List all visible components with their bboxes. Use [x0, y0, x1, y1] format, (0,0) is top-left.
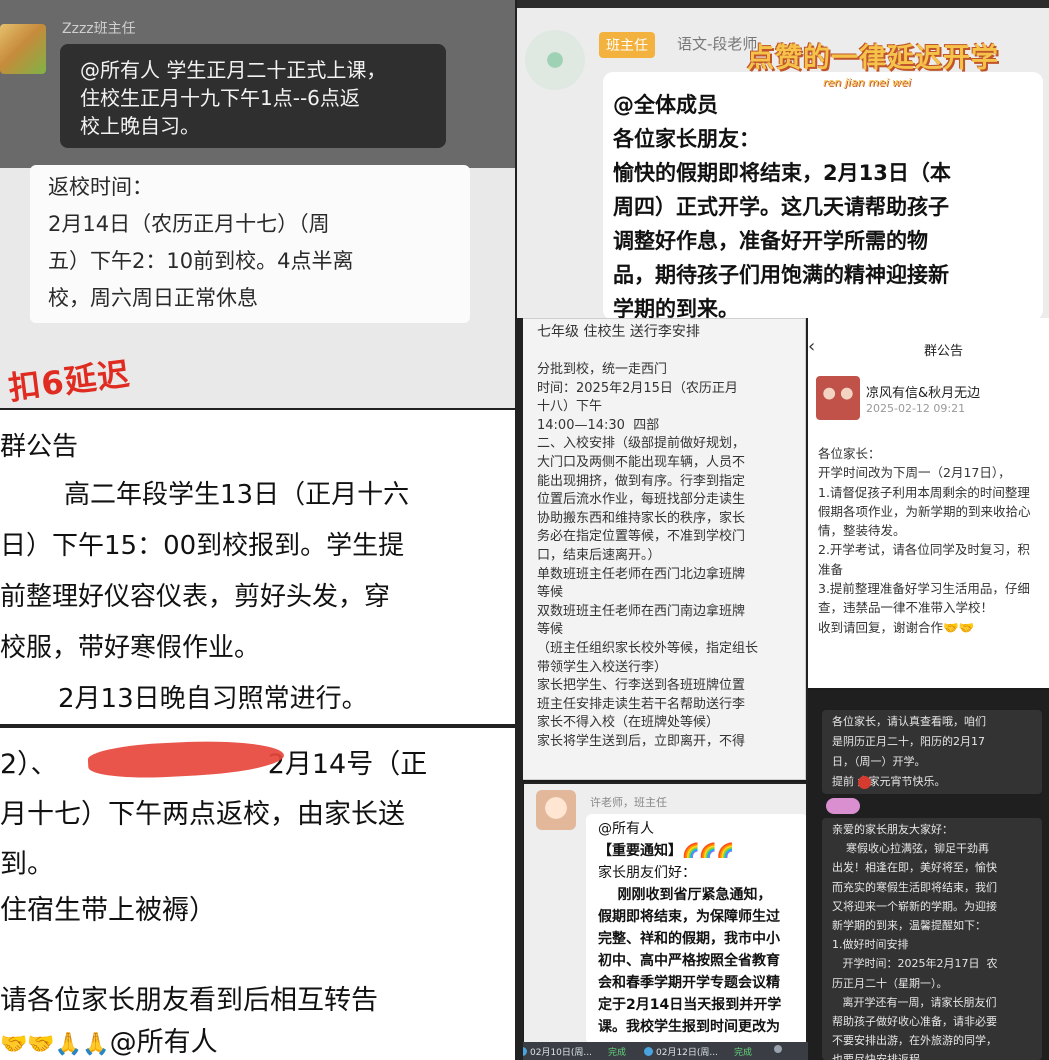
role-badge: 班主任 [599, 32, 655, 58]
message-line: 家长朋友们好： [598, 865, 696, 881]
message-line: 是阴历正月二十，阳历的2月17 [832, 735, 985, 748]
poster-avatar[interactable] [816, 376, 860, 420]
message-bubble[interactable]: @全体成员 各位家长朋友： 愉快的假期即将结束，2月13日（本 周四）正式开学。… [603, 72, 1043, 320]
taskbar-item-label: 02月12日(周... [656, 1048, 718, 1058]
taskbar-item-label: 02月10日(周... [530, 1048, 592, 1058]
overlay-subcaption: ren jian mei wei [823, 76, 911, 89]
butterfly-avatar[interactable] [525, 30, 585, 90]
message-line-text: 提前 大家元宵节快乐。 [832, 775, 946, 788]
sender-avatar[interactable] [0, 24, 46, 74]
notice-return-school: 2）、 2月14号（正 月十七）下午两点返校，由家长送 到。 住宿生带上被褥） 请… [0, 724, 515, 1060]
divider [517, 0, 1049, 8]
message-bubble[interactable]: @所有人 学生正月二十正式上课， 住校生正月十九下午1点--6点返 校上晚自习。 [60, 44, 446, 148]
taskbar-tray[interactable] [774, 1045, 782, 1053]
message-line: 日，（周一）开学。 [832, 755, 926, 768]
baby-avatar[interactable] [536, 790, 576, 830]
grade7-boarding-arrangement: 七年级 住校生 送行李安排 分批到校，统一走西门 时间：2025年2月15日（农… [522, 318, 806, 780]
back-arrow-icon[interactable]: ‹ [808, 336, 815, 357]
handshake-pray-emoji: 🤝🤝🙏🙏 [0, 1032, 110, 1057]
group-announcement-screen: ‹ 群公告 凉风有信&秋月无边 2025-02-12 09:21 各位家长： 开… [806, 318, 1049, 688]
dark-chat-panel: 各位家长，请认真查看哦，咱们 是阴历正月二十，阳历的2月17 日，（周一）开学。… [808, 690, 1049, 1060]
post-timestamp: 2025-02-12 09:21 [866, 402, 966, 415]
group-announcement-grade11: 群公告 高二年段学生13日（正月十六 日）下午15：00到校报到。学生提 前整理… [0, 408, 515, 724]
message-line: @所有人 [598, 821, 654, 837]
sticker-icon [826, 798, 860, 814]
poster-name: 凉风有信&秋月无边 [866, 386, 981, 401]
message-bubble[interactable]: 亲爱的家长朋友大家好： 寒假收心拉满弦，铆足干劲再 出发！相逢在即，美好将至，愉… [822, 818, 1042, 1060]
announcement-line: 高二年段学生13日（正月十六 [64, 480, 410, 510]
divider [515, 0, 517, 318]
red-annotation-stamp: 扣6延迟 [6, 354, 133, 408]
notice-date: 2月14号（正 [267, 749, 428, 780]
taskbar: 02月10日(周... 完成 02月12日(周... 完成 [516, 1042, 808, 1060]
message-line: 【重要通知】🌈🌈🌈 [598, 843, 735, 859]
message-body: 刚刚收到省厅紧急通知， 假期即将结束，为保障师生过 完整、祥和的假期，我市中小 … [598, 887, 782, 1035]
sender-name: Zzzz班主任 [62, 21, 136, 37]
message-line: 各位家长，请认真查看哦，咱们 [832, 715, 986, 728]
overlay-caption: 点赞的一律延迟开学 [747, 43, 999, 74]
announcement-line: 前整理好仪容仪表，剪好头发，穿 [0, 582, 391, 612]
app-icon [644, 1047, 653, 1056]
chat-panel-zzzz-teacher: Zzzz班主任 @所有人 学生正月二十正式上课， 住校生正月十九下午1点--6点… [0, 0, 515, 408]
announcement-line: 校服，带好寒假作业。 [0, 633, 261, 663]
notice-line: 到。 [0, 849, 54, 880]
chat-panel-chinese-teacher: 班主任 语文-段老师 @全体成员 各位家长朋友： 愉快的假期即将结束，2月13日… [515, 0, 1049, 320]
announcement-body: 各位家长： 开学时间改为下周一（2月17日）， 1.请督促孩子利用本周剩余的时间… [818, 446, 1031, 635]
divider [515, 318, 523, 1060]
notice-line: 住宿生带上被褥） [0, 895, 216, 926]
status-label: 完成 [734, 1048, 753, 1058]
taskbar-status: 完成 [734, 1045, 752, 1058]
notice-line: 🤝🤝🙏🙏@所有人 [0, 1020, 218, 1059]
status-label: 完成 [608, 1048, 627, 1058]
message-bubble[interactable]: 各位家长，请认真查看哦，咱们 是阴历正月二十，阳历的2月17 日，（周一）开学。… [822, 710, 1042, 794]
screen-title: 群公告 [924, 344, 964, 359]
taskbar-item[interactable]: 02月10日(周... [518, 1045, 592, 1058]
tray-icon [774, 1045, 782, 1053]
announcement-title: 群公告 [0, 432, 79, 462]
message-line: 提前 大家元宵节快乐。 [832, 772, 1038, 792]
notice-prefix: 2）、 [0, 749, 58, 780]
taskbar-status: 完成 [608, 1045, 626, 1058]
announcement-line: 2月13日晚自习照常进行。 [58, 684, 368, 714]
notice-line: 月十七）下午两点返校，由家长送 [0, 799, 405, 830]
announcement-line: 日）下午15：00到校报到。学生提 [0, 531, 405, 561]
divider [806, 318, 808, 1042]
arrangement-title: 七年级 住校生 送行李安排 [537, 324, 700, 340]
blessing-emoji-icon [858, 776, 871, 789]
mention-all[interactable]: @所有人 [110, 1027, 218, 1058]
sender-name: 语文-段老师 [677, 35, 758, 53]
message-bubble[interactable]: @所有人 【重要通知】🌈🌈🌈 家长朋友们好： 刚刚收到省厅紧急通知， 假期即将结… [586, 814, 808, 1042]
chat-panel-xu-teacher: 许老师，班主任 @所有人 【重要通知】🌈🌈🌈 家长朋友们好： 刚刚收到省厅紧急通… [524, 782, 808, 1042]
notice-line: 请各位家长朋友看到后相互转告 [0, 985, 378, 1016]
message-bubble-return-time[interactable]: 返校时间： 2月14日（农历正月十七）（周 五）下午2：10前到校。4点半离 校… [30, 165, 470, 323]
taskbar-item[interactable]: 02月12日(周... [644, 1045, 718, 1058]
arrangement-body: 分批到校，统一走西门 时间：2025年2月15日（农历正月 十八）下午 14:0… [537, 362, 759, 749]
sender-name: 许老师，班主任 [590, 796, 667, 809]
announcement-body: 高二年段学生13日（正月十六 日）下午15：00到校报到。学生提 前整理好仪容仪… [0, 470, 515, 724]
